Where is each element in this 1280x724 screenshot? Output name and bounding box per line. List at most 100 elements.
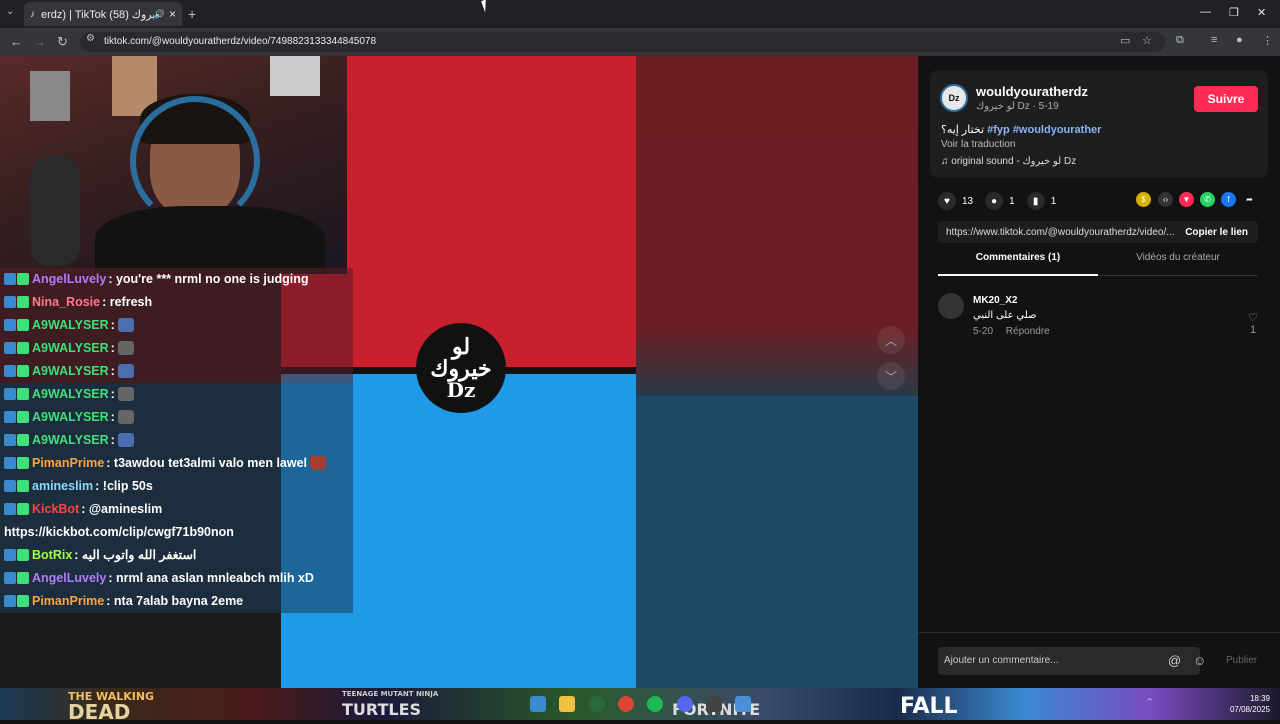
embed-icon[interactable]: ‹›: [1158, 192, 1173, 207]
restore-button[interactable]: ❐: [1229, 6, 1239, 19]
save-stat[interactable]: ▮ 1: [1026, 192, 1056, 210]
user-badges: [4, 475, 30, 498]
minimize-button[interactable]: —: [1200, 6, 1211, 18]
emote-icon: [117, 410, 134, 424]
badge-icon: [17, 503, 29, 515]
menu-icon[interactable]: ⋮: [1262, 34, 1273, 47]
chat-text: :: [110, 364, 115, 378]
facebook-icon[interactable]: f: [1221, 192, 1236, 207]
media-icon[interactable]: ≡: [1211, 34, 1217, 46]
chat-username[interactable]: A9WALYSER: [32, 433, 109, 447]
user-badges: [4, 429, 30, 452]
close-window-button[interactable]: ✕: [1257, 6, 1266, 19]
hashtag-fyp[interactable]: #fyp: [987, 124, 1010, 136]
chat-username[interactable]: A9WALYSER: [32, 341, 109, 355]
video-player[interactable]: لو خيروك Dz ︿ ﹀ AngelLuvely: you're *** …: [0, 56, 918, 688]
badge-icon: [4, 273, 16, 285]
chat-username[interactable]: PimanPrime: [32, 594, 104, 608]
app-icon[interactable]: [706, 696, 722, 712]
chat-username[interactable]: amineslim: [32, 479, 93, 493]
sound-link[interactable]: ♫ original sound - لو خيروك Dz: [941, 156, 1076, 167]
extensions-icon[interactable]: ⧉: [1176, 34, 1184, 47]
video-link[interactable]: https://www.tiktok.com/@wouldyouratherdz…: [938, 227, 1175, 238]
app-f-icon[interactable]: [735, 696, 751, 712]
emote-icon: [117, 433, 134, 447]
clock-date: 07/08/2025: [1229, 705, 1270, 714]
reply-button[interactable]: Répondre: [1006, 326, 1050, 337]
audio-icon[interactable]: 🔊: [154, 9, 165, 20]
chat-message: A9WALYSER:: [0, 337, 353, 360]
user-badges: [4, 337, 30, 360]
site-info-icon[interactable]: ⚙: [86, 33, 95, 44]
badge-icon: [4, 388, 16, 400]
back-icon[interactable]: ←: [10, 34, 23, 49]
chrome-icon[interactable]: [618, 696, 634, 712]
chat-username[interactable]: A9WALYSER: [32, 387, 109, 401]
chat-username[interactable]: A9WALYSER: [32, 364, 109, 378]
badge-icon: [17, 595, 29, 607]
badge-icon: [4, 342, 16, 354]
badge-icon: [17, 273, 29, 285]
emote-icon: [117, 341, 134, 355]
discord-icon[interactable]: [677, 696, 693, 712]
whatsapp-icon[interactable]: ✆: [1200, 192, 1215, 207]
chat-username[interactable]: AngelLuvely: [32, 272, 106, 286]
commenter-name[interactable]: MK20_X2: [973, 295, 1017, 306]
previous-video-icon[interactable]: ︿: [877, 326, 905, 354]
chat-username[interactable]: A9WALYSER: [32, 318, 109, 332]
copy-link-button[interactable]: Copier le lien: [1175, 227, 1258, 238]
tab-comments[interactable]: Commentaires (1): [938, 252, 1098, 276]
browser-tab[interactable]: ♪ erdz) | TikTok لو خيروك (58) 🔊 ×: [24, 2, 182, 26]
tab-bar: ⌄ ♪ erdz) | TikTok لو خيروك (58) 🔊 × + —…: [0, 0, 1280, 28]
repost-icon[interactable]: ▼: [1179, 192, 1194, 207]
start-icon[interactable]: [530, 696, 546, 712]
translate-link[interactable]: Voir la traduction: [941, 139, 1016, 150]
share-arrow-icon[interactable]: ➦: [1242, 192, 1257, 207]
tray-chevron-icon[interactable]: ⌃: [1145, 696, 1154, 709]
new-tab-button[interactable]: +: [188, 6, 196, 22]
cast-icon[interactable]: ▭: [1120, 34, 1130, 47]
coin-icon[interactable]: $: [1136, 192, 1151, 207]
chat-username[interactable]: BotRix: [32, 548, 72, 562]
publish-button[interactable]: Publier: [1226, 655, 1257, 666]
chat-username[interactable]: A9WALYSER: [32, 410, 109, 424]
close-tab-icon[interactable]: ×: [169, 7, 176, 21]
author-username[interactable]: wouldyouratherdz: [976, 84, 1088, 99]
chat-username[interactable]: PimanPrime: [32, 456, 104, 470]
tab-creator-videos[interactable]: Vidéos du créateur: [1098, 252, 1258, 263]
chat-username[interactable]: Nina_Rosie: [32, 295, 100, 309]
chat-username[interactable]: AngelLuvely: [32, 571, 106, 585]
tab-search-icon[interactable]: ⌄: [6, 6, 14, 17]
chat-username[interactable]: KickBot: [32, 502, 79, 516]
chat-text: : @amineslim: [81, 502, 163, 516]
like-stat[interactable]: ♥ 13: [938, 192, 973, 210]
chat-text: :: [110, 341, 115, 355]
reload-icon[interactable]: ↻: [57, 34, 68, 50]
chrome-beta-icon[interactable]: [589, 696, 605, 712]
wallpaper-text-turtles: TURTLES: [342, 700, 422, 719]
system-clock[interactable]: 18:39 07/08/2025: [1230, 693, 1270, 715]
next-video-icon[interactable]: ﹀: [877, 362, 905, 390]
file-explorer-icon[interactable]: [559, 696, 575, 712]
profile-icon[interactable]: ●: [1236, 34, 1243, 46]
commenter-avatar[interactable]: [938, 293, 964, 319]
tiktok-icon: ♪: [30, 8, 35, 20]
chat-message: KickBot: @amineslim: [0, 498, 353, 521]
author-avatar[interactable]: Dz: [940, 84, 968, 112]
url-input[interactable]: tiktok.com/@wouldyouratherdz/video/74988…: [80, 32, 1165, 52]
address-bar: ← → ↻ tiktok.com/@wouldyouratherdz/video…: [0, 28, 1280, 56]
add-comment-input[interactable]: Ajouter un commentaire...: [938, 647, 1200, 675]
blur-background-red: [636, 56, 918, 396]
mention-icon[interactable]: @: [1168, 653, 1181, 668]
hashtag-wouldyourather[interactable]: #wouldyourather: [1013, 124, 1102, 136]
emoji-icon[interactable]: ☺: [1193, 653, 1206, 668]
comment-meta: 5-20 Répondre: [973, 326, 1060, 337]
follow-button[interactable]: Suivre: [1194, 86, 1258, 112]
comment-stat[interactable]: ● 1: [985, 192, 1015, 210]
comment-like[interactable]: ♡ 1: [1248, 311, 1258, 336]
bookmark-star-icon[interactable]: ☆: [1142, 34, 1152, 47]
spotify-icon[interactable]: [647, 696, 663, 712]
forward-icon[interactable]: →: [33, 34, 46, 49]
comment-like-count: 1: [1250, 324, 1257, 336]
clock-time: 18:39: [1249, 694, 1270, 703]
